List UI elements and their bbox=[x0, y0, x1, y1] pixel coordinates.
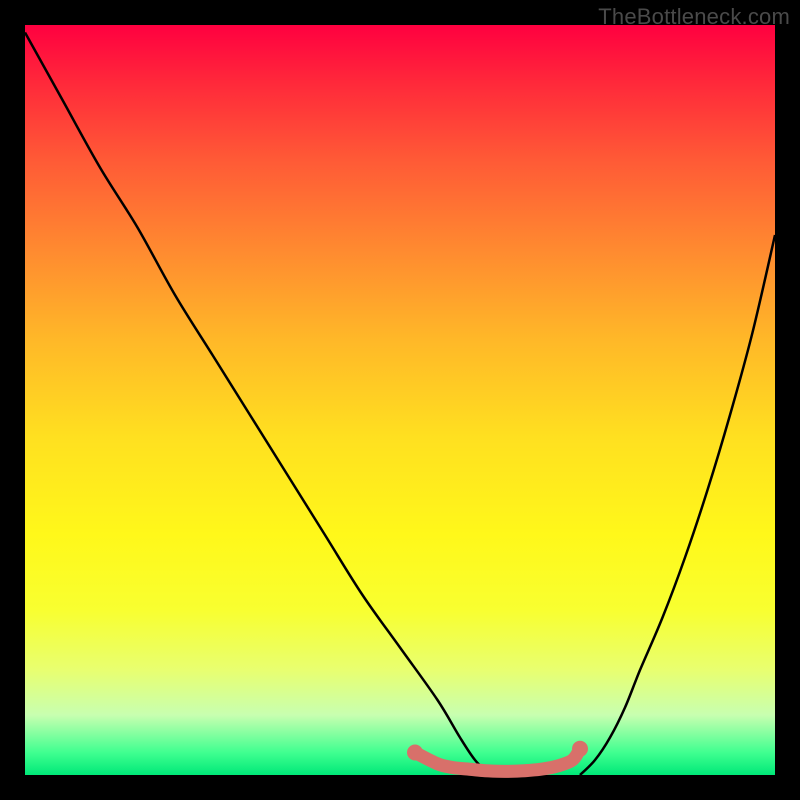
left-curve bbox=[25, 33, 490, 776]
curve-layer bbox=[25, 25, 775, 775]
marker-endpoint bbox=[572, 741, 588, 757]
marker-endpoint bbox=[407, 745, 423, 761]
watermark-text: TheBottleneck.com bbox=[598, 4, 790, 30]
chart-frame: TheBottleneck.com bbox=[0, 0, 800, 800]
floor-marker-curve bbox=[415, 749, 580, 772]
right-curve bbox=[580, 235, 775, 775]
